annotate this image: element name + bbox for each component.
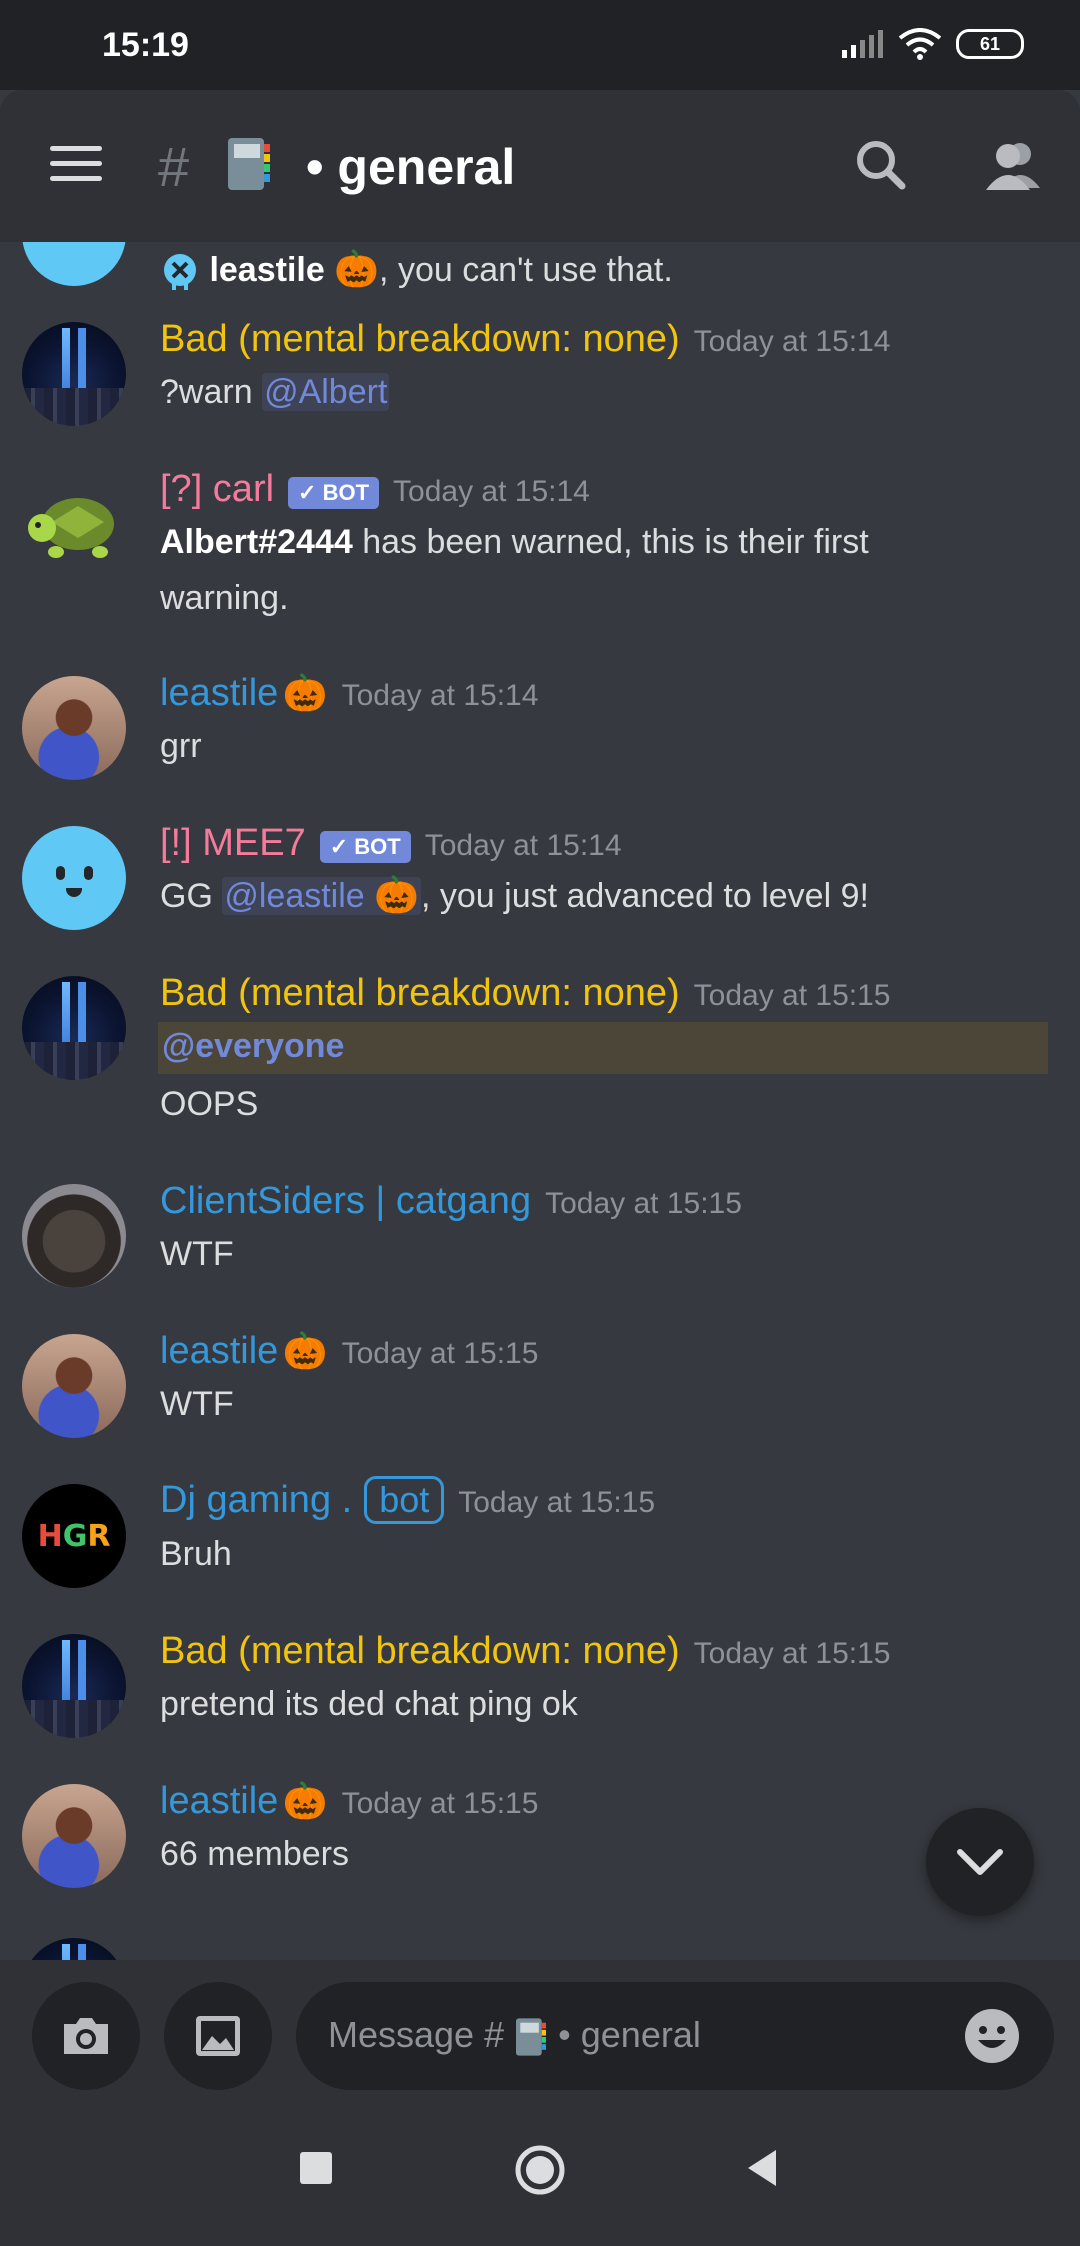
turtle-avatar[interactable]: [22, 472, 126, 576]
message-text: Bruh: [160, 1535, 232, 1573]
avatar[interactable]: [22, 322, 126, 426]
author-name[interactable]: Bad (mental breakdown: none): [160, 318, 680, 360]
jump-to-present-button[interactable]: [926, 1808, 1034, 1916]
timestamp: Today at 15:15: [545, 1187, 742, 1220]
author-name[interactable]: Bad (mental breakdown: none): [160, 1630, 680, 1672]
status-icons: 61: [840, 28, 1024, 60]
author-name[interactable]: leastile: [160, 1780, 278, 1822]
avatar[interactable]: [22, 1184, 126, 1288]
warned-user: Albert#2444: [160, 523, 353, 561]
timestamp: Today at 15:15: [458, 1486, 656, 1519]
search-icon[interactable]: [850, 136, 914, 196]
message-text: 66 members: [160, 1835, 349, 1873]
pumpkin-icon: 🎃: [282, 1330, 328, 1371]
camera-icon: [64, 2018, 108, 2054]
message-text: OOPS: [160, 1085, 259, 1123]
notebook-icon: [228, 138, 270, 190]
status-bar: 15:19 61: [0, 0, 1080, 90]
message-text: WTF: [160, 1235, 234, 1273]
error-icon: [164, 254, 196, 291]
message-text: warning.: [160, 579, 289, 617]
bot-badge: ✓ BOT: [319, 830, 411, 863]
avatar[interactable]: [22, 1784, 126, 1888]
author-name[interactable]: [?] carl: [160, 468, 274, 510]
avatar[interactable]: [22, 826, 126, 930]
pumpkin-icon: 🎃: [282, 1780, 328, 1821]
author-name[interactable]: leastile: [160, 1330, 278, 1372]
channel-hash-icon: #: [158, 135, 190, 198]
timestamp: Today at 15:15: [693, 979, 891, 1012]
gallery-button[interactable]: [164, 1982, 272, 2090]
channel-title: • general: [306, 138, 515, 196]
back-icon[interactable]: [744, 2148, 780, 2188]
message-text: , you can't use that.: [379, 251, 673, 289]
timestamp: Today at 15:14: [341, 679, 539, 712]
everyone-mention[interactable]: @everyone: [160, 1027, 346, 1065]
message-text: pretend its ded chat ping ok: [160, 1685, 578, 1723]
timestamp: Today at 15:15: [341, 1787, 539, 1820]
user-mention[interactable]: @Albert: [262, 373, 390, 411]
wifi-icon: [898, 28, 942, 60]
message-input[interactable]: Message # • general: [296, 1982, 1054, 2090]
message-text: grr: [160, 727, 202, 765]
timestamp: Today at 15:15: [693, 1637, 891, 1670]
avatar[interactable]: [22, 976, 126, 1080]
home-icon[interactable]: [514, 2144, 566, 2196]
user-mention[interactable]: @leastile 🎃: [222, 877, 421, 915]
channel-name: general: [337, 139, 516, 195]
emoji-icon[interactable]: [962, 2006, 1022, 2066]
avatar[interactable]: [22, 1334, 126, 1438]
message-composer: Message # • general: [0, 1960, 1080, 2100]
avatar[interactable]: [22, 676, 126, 780]
timestamp: Today at 15:15: [341, 1337, 539, 1370]
recents-icon[interactable]: [298, 2150, 334, 2186]
message-text: WTF: [160, 1385, 234, 1423]
author-name[interactable]: Dj gaming .: [160, 1479, 352, 1521]
message-text: GG: [160, 877, 223, 915]
battery-indicator: 61: [956, 29, 1024, 59]
timestamp: Today at 15:14: [693, 325, 891, 358]
avatar[interactable]: [22, 1634, 126, 1738]
avatar[interactable]: [22, 1938, 126, 1960]
channel-separator: •: [306, 139, 324, 195]
pumpkin-icon: 🎃: [282, 672, 328, 713]
chevron-down-icon: [957, 1849, 1003, 1875]
hamburger-icon[interactable]: [50, 146, 102, 186]
image-icon: [196, 2016, 240, 2056]
camera-button[interactable]: [32, 1982, 140, 2090]
author-name[interactable]: [!] MEE7: [160, 822, 306, 864]
bot-tag: bot: [364, 1476, 445, 1524]
author-name[interactable]: ClientSiders | catgang: [160, 1180, 531, 1222]
message-text: , you just advanced to level 9!: [420, 877, 869, 915]
bot-badge: ✓ BOT: [288, 476, 380, 509]
message-text: ?warn: [160, 373, 263, 411]
message-text: has been warned, this is their first: [352, 523, 869, 561]
message-placeholder: Message # • general: [328, 2014, 701, 2057]
channel-header: # • general: [0, 90, 1080, 242]
timestamp: Today at 15:14: [424, 829, 622, 862]
avatar[interactable]: HGR: [22, 1484, 126, 1588]
pumpkin-icon: 🎃: [374, 874, 419, 915]
notebook-icon: [516, 2018, 547, 2057]
author-name[interactable]: leastile: [160, 672, 278, 714]
system-nav-bar: [0, 2100, 1080, 2246]
pumpkin-icon: 🎃: [334, 248, 380, 289]
status-time: 15:19: [102, 26, 189, 64]
mentioned-user[interactable]: leastile: [209, 251, 324, 289]
avatar[interactable]: [22, 242, 126, 286]
members-icon[interactable]: [982, 136, 1046, 196]
signal-icon: [842, 30, 883, 58]
author-name[interactable]: Bad (mental breakdown: none): [160, 972, 680, 1014]
timestamp: Today at 15:14: [393, 475, 590, 508]
message-list[interactable]: leastile 🎃, you can't use that. Bad (men…: [0, 242, 1080, 1960]
